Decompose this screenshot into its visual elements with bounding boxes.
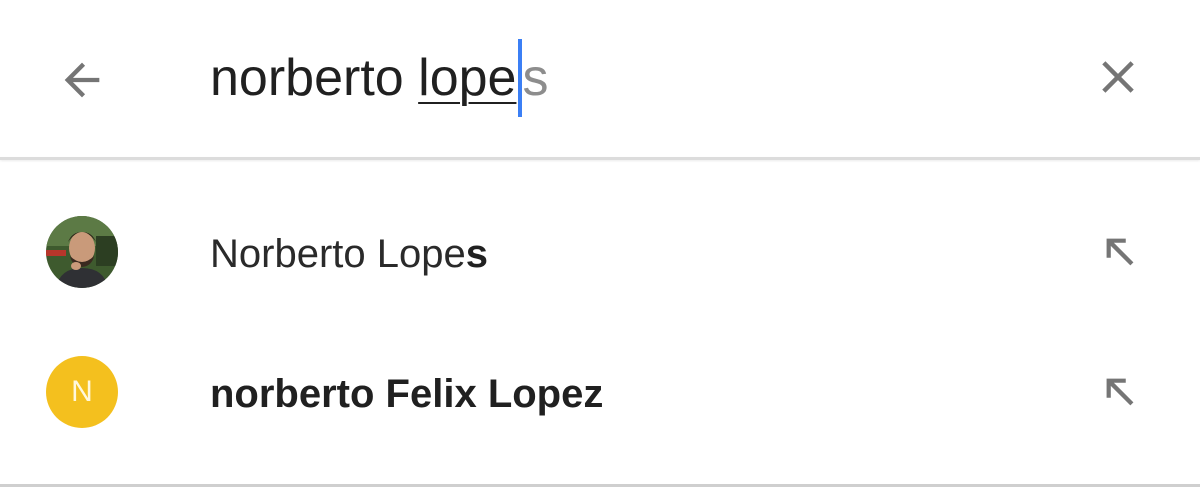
fill-query-button[interactable]: [1090, 362, 1150, 422]
contact-photo: [46, 216, 118, 288]
suggestion-label: Norberto Lopes: [210, 226, 488, 282]
close-icon: [1102, 61, 1134, 93]
search-screen: norberto lope s Norberto Lopes N norbert…: [0, 0, 1200, 487]
query-composing-text: lope: [418, 49, 517, 107]
suggestion-text-bold: norberto Felix Lopez: [210, 372, 604, 416]
fill-query-button[interactable]: [1090, 222, 1150, 282]
query-autocomplete-hint: s: [522, 49, 549, 107]
clear-button[interactable]: [1086, 45, 1150, 109]
arrow-up-left-icon: [1106, 238, 1134, 266]
suggestion-label: norberto Felix Lopez: [210, 366, 603, 422]
suggestion-list: Norberto Lopes N norberto Felix Lopez: [0, 160, 1200, 487]
suggestion-text-regular: Norberto Lope: [210, 232, 466, 276]
back-button[interactable]: [50, 48, 114, 112]
suggestion-text-bold: s: [465, 232, 488, 276]
query-typed-text: norberto: [210, 49, 419, 107]
avatar: [46, 216, 118, 288]
search-bar: norberto lope s: [0, 0, 1200, 158]
avatar: N: [46, 356, 118, 428]
search-input[interactable]: norberto lope s: [210, 36, 1030, 120]
arrow-up-left-icon: [1106, 378, 1134, 406]
arrow-back-icon: [64, 62, 100, 98]
suggestion-item[interactable]: N norberto Felix Lopez: [0, 326, 1200, 466]
suggestion-item[interactable]: Norberto Lopes: [0, 186, 1200, 326]
avatar-letter: N: [71, 375, 93, 408]
